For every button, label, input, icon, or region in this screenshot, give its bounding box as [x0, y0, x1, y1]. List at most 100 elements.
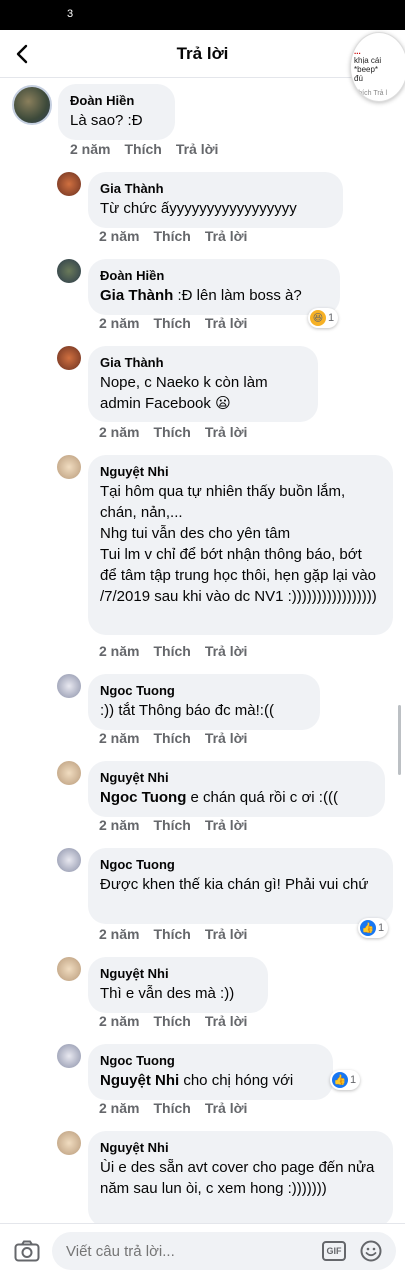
status-bar: 3 — [0, 0, 405, 30]
like-action[interactable]: Thích — [153, 228, 190, 244]
comment-author[interactable]: Ngoc Tuong — [100, 1052, 321, 1069]
comment-text: Ùi e des sẵn avt cover cho page đến nửa … — [100, 1159, 375, 1197]
like-action[interactable]: Thích — [153, 1100, 190, 1116]
mention-link[interactable]: Nguyệt Nhi — [100, 1072, 179, 1089]
comment-text: Gia Thành :Đ lên làm boss à? — [100, 287, 302, 304]
comment-bubble: Ngoc Tuong Được khen thế kia chán gì! Ph… — [88, 848, 393, 924]
avatar[interactable] — [12, 85, 52, 125]
gif-button[interactable]: GIF — [322, 1241, 346, 1261]
emoji-icon[interactable] — [360, 1240, 382, 1262]
reply-action[interactable]: Trả lời — [205, 228, 248, 244]
mention-link[interactable]: Gia Thành — [100, 287, 173, 304]
comment-text: Tại hôm qua tự nhiên thấy buồn lắm, chán… — [100, 483, 377, 605]
reply-action[interactable]: Trả lời — [205, 424, 248, 440]
comment-actions: 2 năm Thích Trả lời — [99, 926, 261, 942]
comment-bubble: Ngoc Tuong Nguyệt Nhi cho chị hóng với — [88, 1044, 333, 1100]
comment-actions: 2 năm Thích Trả lời — [70, 141, 232, 157]
comment-author[interactable]: Nguyệt Nhi — [100, 769, 373, 786]
comment-author[interactable]: Gia Thành — [100, 354, 306, 371]
comment-bubble: Gia Thành Nope, c Naeko k còn làm admin … — [88, 346, 318, 422]
like-action[interactable]: Thích — [153, 817, 190, 833]
comment-author[interactable]: Nguyệt Nhi — [100, 965, 256, 982]
comment-author[interactable]: Nguyệt Nhi — [100, 463, 381, 480]
scrollbar[interactable] — [398, 705, 401, 775]
comment-text: Được khen thế kia chán gì! Phải vui chứ — [100, 876, 369, 893]
reply-action[interactable]: Trả lời — [176, 141, 219, 157]
comment-time: 2 năm — [99, 926, 140, 942]
comment-actions: 2 năm Thích Trả lời — [99, 730, 261, 746]
comment-bubble: Gia Thành Từ chức ấyyyyyyyyyyyyyyyyy — [88, 172, 343, 228]
comment-bubble: Nguyệt Nhi Ùi e des sẵn avt cover cho pa… — [88, 1131, 393, 1223]
comment-text: Từ chức ấyyyyyyyyyyyyyyyyy — [100, 200, 297, 217]
reply-action[interactable]: Trả lời — [205, 1100, 248, 1116]
page-title: Trả lời — [176, 44, 229, 63]
avatar[interactable] — [57, 346, 81, 370]
comment-time: 2 năm — [99, 817, 140, 833]
like-action[interactable]: Thích — [153, 643, 190, 659]
reply-input-box[interactable]: GIF — [52, 1232, 396, 1270]
like-action[interactable]: Thích — [153, 926, 190, 942]
reply-input[interactable] — [66, 1232, 306, 1270]
reaction-count[interactable]: 👍 1 — [358, 918, 389, 938]
reply-action[interactable]: Trả lời — [205, 926, 248, 942]
comment-actions: 2 năm Thích Trả lời — [99, 817, 261, 833]
status-text: 3 — [67, 8, 74, 20]
comment-author[interactable]: Ngoc Tuong — [100, 682, 308, 699]
camera-icon[interactable] — [14, 1240, 40, 1262]
avatar[interactable] — [57, 1131, 81, 1155]
like-action[interactable]: Thích — [153, 424, 190, 440]
comment-author[interactable]: Đoàn Hiền — [100, 267, 328, 284]
comment-text: Nguyệt Nhi cho chị hóng với — [100, 1072, 294, 1089]
mention-link[interactable]: Ngoc Tuong — [100, 789, 186, 806]
reply-action[interactable]: Trả lời — [205, 817, 248, 833]
reply-action[interactable]: Trả lời — [205, 1013, 248, 1029]
comment-bubble: Nguyệt Nhi Thì e vẫn des mà :)) — [88, 957, 268, 1013]
like-action[interactable]: Thích — [153, 315, 190, 331]
comment-time: 2 năm — [99, 643, 140, 659]
comment-text: Nope, c Naeko k còn làm admin Facebook 😦 — [100, 374, 268, 412]
comment-time: 2 năm — [70, 141, 111, 157]
avatar[interactable] — [57, 674, 81, 698]
like-action[interactable]: Thích — [124, 141, 161, 157]
comment-author[interactable]: Nguyệt Nhi — [100, 1139, 381, 1156]
comment-text: Ngoc Tuong e chán quá rồi c ơi :((( — [100, 789, 338, 806]
header: Trả lời — [0, 30, 405, 78]
comment-author[interactable]: Ngoc Tuong — [100, 856, 381, 873]
like-action[interactable]: Thích — [153, 730, 190, 746]
comment-actions: 2 năm Thích Trả lời — [99, 424, 261, 440]
comment-time: 2 năm — [99, 424, 140, 440]
comment-actions: 2 năm Thích Trả lời — [99, 228, 261, 244]
comment-text: :)) tắt Thông báo đc mà!:(( — [100, 702, 274, 719]
avatar[interactable] — [57, 761, 81, 785]
comment-actions: 2 năm Thích Trả lời — [99, 315, 261, 331]
reply-action[interactable]: Trả lời — [205, 730, 248, 746]
avatar[interactable] — [57, 957, 81, 981]
comment-text: Thì e vẫn des mà :)) — [100, 985, 235, 1002]
avatar[interactable] — [57, 455, 81, 479]
avatar[interactable] — [57, 172, 81, 196]
comment-bubble: Nguyệt Nhi Ngoc Tuong e chán quá rồi c ơ… — [88, 761, 385, 817]
like-action[interactable]: Thích — [153, 1013, 190, 1029]
comment-bubble: Nguyệt Nhi Tại hôm qua tự nhiên thấy buồ… — [88, 455, 393, 635]
comment-author[interactable]: Gia Thành — [100, 180, 331, 197]
comment-list: Đoàn Hiền Là sao? :Đ 2 năm Thích Trả lời G… — [0, 78, 405, 1223]
reaction-count[interactable]: 😆 1 — [308, 308, 339, 328]
like-reaction-icon: 👍 — [332, 1072, 348, 1088]
like-reaction-icon: 👍 — [360, 920, 376, 936]
avatar[interactable] — [57, 1044, 81, 1068]
comment-text: Là sao? :Đ — [70, 112, 143, 129]
reply-action[interactable]: Trả lời — [205, 315, 248, 331]
comment-actions: 2 năm Thích Trả lời — [99, 1100, 261, 1116]
reply-action[interactable]: Trả lời — [205, 643, 248, 659]
comment-time: 2 năm — [99, 228, 140, 244]
avatar[interactable] — [57, 259, 81, 283]
comment-time: 2 năm — [99, 315, 140, 331]
reply-composer: GIF — [0, 1223, 405, 1277]
comment-author[interactable]: Đoàn Hiền — [70, 92, 163, 109]
avatar[interactable] — [57, 848, 81, 872]
comment-actions: 2 năm Thích Trả lời — [99, 643, 261, 659]
haha-reaction-icon: 😆 — [310, 310, 326, 326]
comment-time: 2 năm — [99, 1013, 140, 1029]
reaction-count[interactable]: 👍 1 — [330, 1070, 361, 1090]
comment-bubble: Ngoc Tuong :)) tắt Thông báo đc mà!:(( — [88, 674, 320, 730]
